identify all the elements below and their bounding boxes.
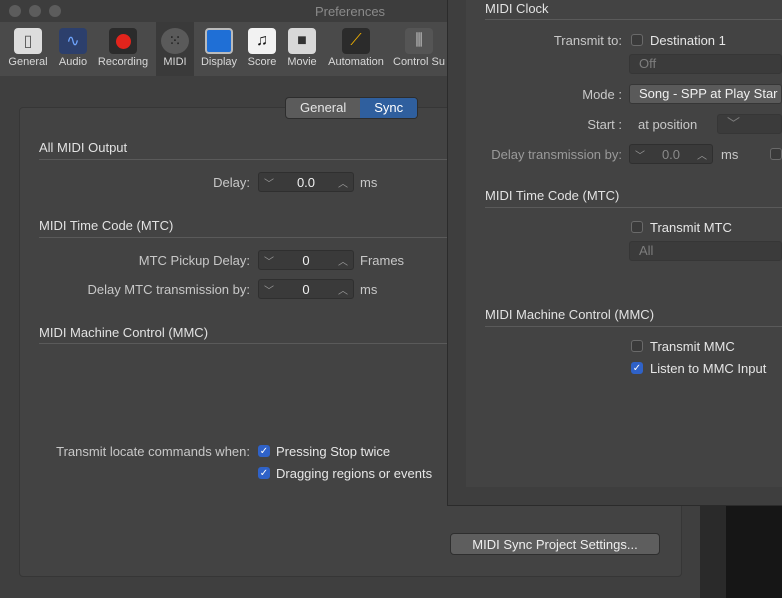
transmit-mmc-label: Transmit MMC	[650, 339, 735, 354]
toolbar-control-surfaces[interactable]: ⫼ Control Su	[392, 22, 446, 76]
listen-mmc-input-label: Listen to MMC Input	[650, 361, 767, 376]
record-icon	[109, 28, 137, 54]
waveform-icon: ∿	[59, 28, 87, 54]
toolbar-automation-label: Automation	[328, 56, 384, 68]
start-value: at position	[638, 117, 698, 132]
stepper-down-icon[interactable]: ﹀	[264, 253, 274, 268]
stepper-up-icon[interactable]: ︿	[338, 175, 348, 190]
toolbar-display-label: Display	[200, 56, 238, 68]
stepper-down-icon[interactable]: ﹀	[264, 282, 274, 297]
mtc-transmission-delay-value: 0	[302, 281, 310, 297]
mtc-transmission-delay-stepper[interactable]: ﹀ 0 ︿	[258, 279, 354, 299]
pressing-stop-twice-checkbox[interactable]: ✓	[258, 445, 270, 457]
transmit-off-dropdown[interactable]: Off	[629, 54, 782, 74]
background-strip	[726, 505, 782, 598]
mode-label: Mode :	[582, 87, 622, 102]
display-icon	[205, 28, 233, 54]
mode-dropdown[interactable]: Song - SPP at Play Star	[629, 84, 782, 104]
transmit-mtc-label: Transmit MTC	[650, 220, 732, 235]
toolbar-recording-label: Recording	[97, 56, 149, 68]
toolbar-midi-label: MIDI	[163, 56, 187, 68]
transmit-mtc-checkbox[interactable]	[631, 221, 643, 233]
mtc-heading: MIDI Time Code (MTC)	[39, 218, 174, 233]
mtc-pickup-delay-stepper[interactable]: ﹀ 0 ︿	[258, 250, 354, 270]
section-divider	[39, 343, 447, 344]
stepper-up-icon[interactable]: ︿	[697, 147, 707, 162]
toolbar-movie[interactable]: ■ Movie	[284, 22, 320, 76]
delay-transmission-label: Delay transmission by:	[491, 147, 622, 162]
section-divider	[39, 237, 447, 238]
section-divider	[39, 159, 447, 160]
movie-camera-icon: ■	[288, 28, 316, 54]
destination-1-checkbox[interactable]	[631, 34, 643, 46]
mtc-destination-dropdown[interactable]: All	[629, 241, 782, 261]
toolbar-general-label: General	[8, 56, 48, 68]
toolbar-audio-label: Audio	[58, 56, 88, 68]
section-divider	[485, 207, 782, 208]
faders-icon: ⫼	[405, 28, 433, 54]
delay-value: 0.0	[296, 174, 316, 190]
dragging-regions-label: Dragging regions or events	[276, 466, 433, 481]
toolbar-display[interactable]: Display	[196, 22, 242, 76]
destination-1-label: Destination 1	[650, 33, 726, 48]
toolbar-movie-label: Movie	[287, 56, 317, 68]
delay-transmission-unit: ms	[721, 147, 739, 162]
mtc-pickup-delay-unit: Frames	[360, 253, 405, 268]
mtc-transmission-delay-label: Delay MTC transmission by:	[87, 282, 250, 297]
transmit-mmc-checkbox[interactable]	[631, 340, 643, 352]
mtc-transmission-delay-unit: ms	[360, 282, 378, 297]
toolbar-general[interactable]: ▯ General	[4, 22, 52, 76]
toolbar-audio[interactable]: ∿ Audio	[54, 22, 92, 76]
delay-unit: ms	[360, 175, 378, 190]
stepper-down-icon[interactable]: ﹀	[635, 147, 645, 162]
stepper-down-icon[interactable]: ﹀	[264, 175, 274, 190]
midi-sync-project-settings-button[interactable]: MIDI Sync Project Settings...	[450, 533, 660, 555]
popup-mmc-heading: MIDI Machine Control (MMC)	[485, 307, 655, 322]
delay-transmission-checkbox[interactable]	[770, 148, 782, 160]
tab-general[interactable]: General	[286, 98, 360, 118]
stepper-up-icon[interactable]: ︿	[338, 253, 348, 268]
delay-label: Delay:	[213, 175, 250, 190]
tab-sync[interactable]: Sync	[360, 98, 418, 118]
transmit-to-label: Transmit to:	[553, 33, 622, 48]
stepper-up-icon[interactable]: ︿	[338, 282, 348, 297]
toolbar-recording[interactable]: Recording	[94, 22, 152, 76]
dragging-regions-checkbox[interactable]: ✓	[258, 467, 270, 479]
start-position-dropdown[interactable]: ﹀	[717, 114, 782, 134]
delay-transmission-stepper[interactable]: ﹀ 0.0 ︿	[629, 144, 713, 164]
mtc-pickup-delay-label: MTC Pickup Delay:	[138, 253, 250, 268]
midi-connector-icon: ⁙	[161, 28, 189, 54]
listen-mmc-input-checkbox[interactable]: ✓	[631, 362, 643, 374]
midi-clock-heading: MIDI Clock	[485, 1, 549, 16]
all-midi-output-heading: All MIDI Output	[39, 140, 128, 155]
toolbar-midi[interactable]: ⁙ MIDI	[156, 22, 194, 76]
chevron-down-icon: ﹀	[727, 116, 741, 131]
section-divider	[485, 326, 782, 327]
pressing-stop-twice-label: Pressing Stop twice	[276, 444, 391, 459]
mmc-heading: MIDI Machine Control (MMC)	[39, 325, 209, 340]
section-divider	[485, 19, 782, 20]
toolbar-score-label: Score	[247, 56, 277, 68]
toolbar-automation[interactable]: ⟋ Automation	[324, 22, 388, 76]
tab-control: General Sync	[285, 97, 419, 119]
delay-transmission-value: 0.0	[661, 146, 681, 162]
start-label: Start :	[587, 117, 622, 132]
popup-mtc-heading: MIDI Time Code (MTC)	[485, 188, 620, 203]
music-note-icon: ♫	[248, 28, 276, 54]
general-icon: ▯	[14, 28, 42, 54]
automation-curve-icon: ⟋	[342, 28, 370, 54]
mtc-pickup-delay-value: 0	[302, 252, 310, 268]
transmit-locate-label: Transmit locate commands when:	[56, 444, 250, 459]
delay-stepper[interactable]: ﹀ 0.0 ︿	[258, 172, 354, 192]
toolbar-control-surfaces-label: Control Su	[393, 56, 445, 68]
toolbar-score[interactable]: ♫ Score	[244, 22, 280, 76]
